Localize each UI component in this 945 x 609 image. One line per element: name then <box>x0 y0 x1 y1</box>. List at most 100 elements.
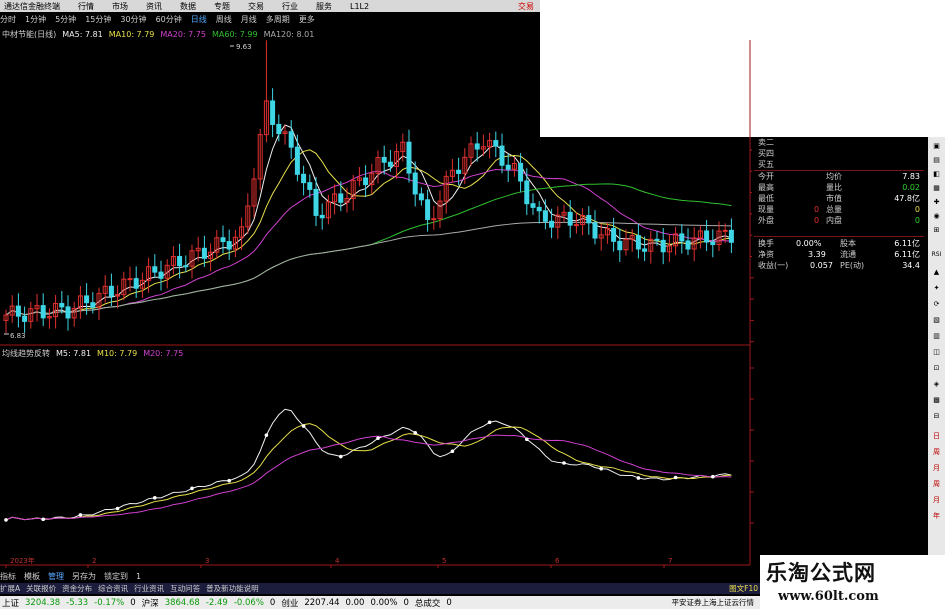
period-tab[interactable]: 周线 <box>216 14 232 25</box>
m5-dot <box>153 496 157 500</box>
toolbar-icon[interactable]: ⊟ <box>930 411 943 422</box>
candle-body <box>654 238 660 241</box>
info-row: 换手 0.00% 股本 6.11亿 <box>758 239 920 248</box>
candle-body <box>474 143 480 150</box>
f10-link[interactable]: 图文F10 <box>729 583 758 594</box>
m5-dot <box>673 475 678 480</box>
ma10-value: MA10: 7.79 <box>108 29 155 39</box>
tab-template[interactable]: 模板 <box>24 571 40 582</box>
candle-body <box>387 161 393 167</box>
toolbar-rsi[interactable]: RSI <box>930 249 943 260</box>
subtab[interactable]: 普及新功能说明 <box>206 583 259 594</box>
candle-body <box>40 305 46 319</box>
period-tab[interactable]: 1分钟 <box>25 14 46 25</box>
toolbar-icon[interactable]: ◉ <box>930 211 943 222</box>
tab-number[interactable]: 1 <box>136 572 141 581</box>
toolbar-icon[interactable]: ◈ <box>930 379 943 390</box>
time-label: 2023年 <box>10 556 35 565</box>
toolbar-icon[interactable]: ◫ <box>930 347 943 358</box>
menu-industry[interactable]: 行业 <box>282 1 298 12</box>
tab-save-as[interactable]: 另存为 <box>72 571 96 582</box>
candle-body <box>220 237 226 243</box>
subtab[interactable]: 综合资讯 <box>98 583 128 594</box>
period-tab[interactable]: 15分钟 <box>85 14 111 25</box>
menu-topic[interactable]: 专题 <box>214 1 230 12</box>
toolbar-icon[interactable]: ◧ <box>930 169 943 180</box>
total-turnover-label: 总成交 <box>414 598 441 609</box>
time-label: 4 <box>335 557 340 565</box>
menu-quotes[interactable]: 行情 <box>78 1 94 12</box>
subtab[interactable]: 关联报价 <box>26 583 56 594</box>
m20-value: M20: 7.75 <box>143 348 184 358</box>
period-tab[interactable]: 5分钟 <box>55 14 76 25</box>
time-label: 7 <box>668 557 672 565</box>
candle-body <box>542 210 548 222</box>
tab-manage[interactable]: 管理 <box>48 571 64 582</box>
period-tab[interactable]: 更多 <box>299 14 315 25</box>
candle-body <box>493 140 499 147</box>
toolbar-icon[interactable]: ⊞ <box>930 225 943 236</box>
tab-indicator[interactable]: 指标 <box>0 571 16 582</box>
candle-body <box>425 199 431 220</box>
index-name[interactable]: 创业 <box>281 597 298 609</box>
menu-market[interactable]: 市场 <box>112 1 128 12</box>
ma-legend: 中材节能(日线) MA5: 7.81 MA10: 7.79 MA20: 7.75… <box>2 28 320 40</box>
toolbar-icon[interactable]: ✚ <box>930 197 943 208</box>
m5-dot <box>487 420 492 425</box>
toolbar-icon[interactable]: ▤ <box>930 155 943 166</box>
candle-body <box>456 169 462 174</box>
index-name[interactable]: 上证 <box>2 597 19 609</box>
menu-news[interactable]: 资讯 <box>146 1 162 12</box>
candle-body <box>431 218 437 221</box>
menu-data[interactable]: 数据 <box>180 1 196 12</box>
trade-link[interactable]: 交易 <box>518 1 534 12</box>
toolbar-icon[interactable]: ✦ <box>930 283 943 294</box>
indicator-tabs: 指标 模板 管理 另存为 锁定到 1 <box>0 570 760 582</box>
toolbar-icon[interactable]: ⟳ <box>930 299 943 310</box>
period-tab[interactable]: 多周期 <box>266 14 290 25</box>
toolbar-icon[interactable]: ⊡ <box>930 363 943 374</box>
toolbar-period-day[interactable]: 日 <box>930 431 943 442</box>
period-tab[interactable]: 月线 <box>241 14 257 25</box>
toolbar-icon[interactable]: ▣ <box>930 141 943 152</box>
info-row: 收益(一) 0.057 PE(动) 34.4 <box>758 261 920 270</box>
toolbar-icon[interactable]: ▩ <box>930 395 943 406</box>
toolbar-icon[interactable]: ▥ <box>930 331 943 342</box>
period-tab[interactable]: 60分钟 <box>156 14 182 25</box>
m5-dot <box>301 424 306 428</box>
toolbar-icon[interactable]: ▲ <box>930 267 943 278</box>
period-tab[interactable]: 30分钟 <box>120 14 146 25</box>
menu-service[interactable]: 服务 <box>316 1 332 12</box>
info-row: 外盘 0 内盘 0 <box>758 216 920 225</box>
time-label: 5 <box>442 557 446 565</box>
candle-body <box>201 247 207 259</box>
m5-dot <box>636 476 641 480</box>
subtab[interactable]: 互动问答 <box>170 583 200 594</box>
subtab[interactable]: 扩展A <box>0 583 20 594</box>
candle-body <box>536 206 542 212</box>
info-row: 最高 量比 0.02 <box>758 183 920 192</box>
toolbar-period-week-2[interactable]: 周 <box>930 479 943 490</box>
toolbar-period-year[interactable]: 年 <box>930 511 943 522</box>
kline-chart[interactable]: 8.608.408.208.007.807.607.407.207.006.80… <box>0 40 760 568</box>
period-tab-daily[interactable]: 日线 <box>191 14 207 25</box>
index-pct: -0.06% <box>233 597 264 608</box>
tab-lock[interactable]: 锁定到 <box>104 571 128 582</box>
candle-body <box>530 203 536 208</box>
info-row: 买四 <box>758 149 774 158</box>
menu-l1l2[interactable]: L1L2 <box>350 2 369 11</box>
indicator-name: 均线趋势反转 <box>2 348 50 358</box>
m20-line <box>5 434 732 521</box>
period-tab[interactable]: 分时 <box>0 14 16 25</box>
toolbar-icon[interactable]: ▦ <box>930 183 943 194</box>
toolbar-period-week[interactable]: 周 <box>930 447 943 458</box>
total-turnover-value: 0 <box>446 597 452 608</box>
toolbar-icon[interactable]: ▧ <box>930 315 943 326</box>
menu-trade[interactable]: 交易 <box>248 1 264 12</box>
toolbar-period-month[interactable]: 月 <box>930 463 943 474</box>
toolbar-period-month-2[interactable]: 月 <box>930 495 943 506</box>
index-name[interactable]: 沪深 <box>142 597 159 609</box>
subtab[interactable]: 资金分布 <box>62 583 92 594</box>
subtab[interactable]: 行业资讯 <box>134 583 164 594</box>
m10-line <box>5 423 732 521</box>
